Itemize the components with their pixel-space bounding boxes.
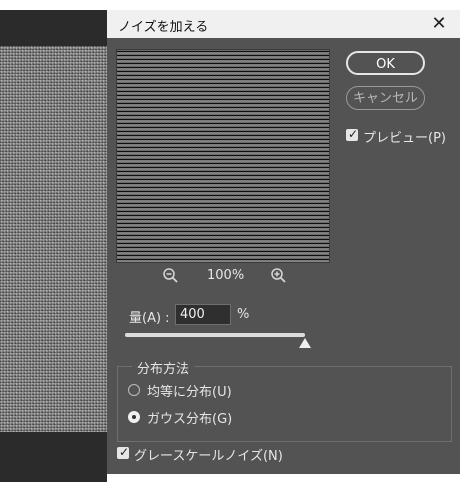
ok-button[interactable]: OK	[346, 51, 425, 75]
amount-slider[interactable]	[125, 333, 305, 337]
preview-checkbox[interactable]: ✓	[346, 127, 359, 141]
zoom-in-icon[interactable]	[270, 267, 288, 285]
document-image-noise	[0, 46, 107, 432]
distribution-group-title: 分布方法	[132, 358, 195, 377]
monochromatic-checkbox-label: グレースケールノイズ(N)	[134, 449, 283, 464]
zoom-level: 100%	[207, 268, 245, 283]
amount-input[interactable]: 400	[175, 304, 231, 325]
gaussian-radio[interactable]	[128, 411, 140, 423]
checkmark-icon: ✓	[348, 127, 359, 141]
uniform-radio-label: 均等に分布(U)	[147, 385, 232, 400]
dialog-titlebar: ノイズを加える ✕	[107, 10, 460, 38]
add-noise-dialog: ノイズを加える ✕ 100% OK キャンセル ✓ プレビュー(P) 量(A) …	[107, 10, 460, 474]
zoom-out-icon[interactable]	[162, 267, 180, 285]
distribution-group	[117, 366, 452, 442]
amount-slider-thumb[interactable]	[299, 338, 311, 348]
uniform-radio[interactable]	[128, 384, 140, 396]
amount-slider-fill	[125, 333, 305, 337]
preview-zoom-controls: 100%	[162, 267, 292, 287]
close-icon[interactable]: ✕	[428, 13, 450, 35]
monochromatic-checkbox[interactable]: ✓	[117, 445, 130, 459]
amount-unit: %	[237, 307, 250, 322]
gaussian-radio-label: ガウス分布(G)	[147, 412, 233, 427]
dialog-title: ノイズを加える	[118, 20, 209, 35]
preview-frame	[116, 49, 330, 263]
cancel-button[interactable]: キャンセル	[346, 86, 425, 110]
amount-label: 量(A) :	[129, 311, 170, 326]
preview-checkbox-label: プレビュー(P)	[363, 131, 446, 146]
checkmark-icon: ✓	[119, 445, 130, 459]
